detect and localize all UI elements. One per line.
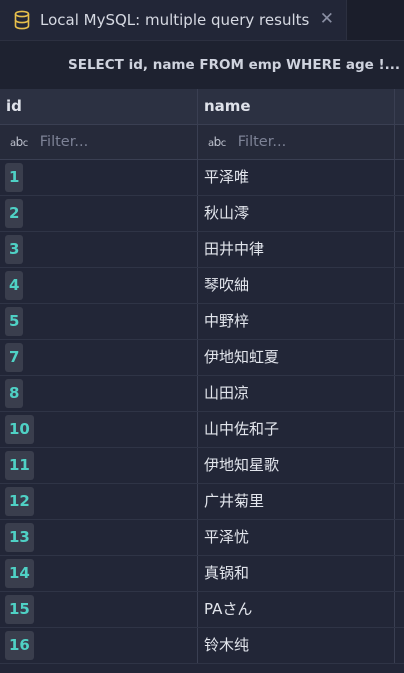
id-cell[interactable]: 16 — [5, 631, 34, 660]
id-cell[interactable]: 15 — [5, 595, 34, 624]
id-cell[interactable]: 4 — [5, 271, 24, 300]
table-row[interactable]: 2 秋山澪 — [0, 196, 404, 232]
name-cell[interactable]: 中野梓 — [204, 304, 249, 339]
name-cell[interactable]: 秋山澪 — [204, 196, 249, 231]
id-cell[interactable]: 10 — [5, 415, 34, 444]
table-row[interactable]: 13 平泽忧 — [0, 520, 404, 556]
table-row[interactable]: 1 平泽唯 — [0, 160, 404, 196]
query-tab[interactable]: SELECT id, name FROM emp WHERE age !... — [68, 57, 400, 73]
table-row[interactable]: 4 琴吹紬 — [0, 268, 404, 304]
id-cell[interactable]: 12 — [5, 487, 34, 516]
filter-row: abc abc — [0, 125, 404, 160]
name-filter-input[interactable] — [237, 134, 378, 150]
name-cell[interactable]: 田井中律 — [204, 232, 264, 267]
id-cell[interactable]: 7 — [5, 343, 24, 372]
name-cell[interactable]: 真锅和 — [204, 556, 249, 591]
table-row[interactable]: 14 真锅和 — [0, 556, 404, 592]
id-cell[interactable]: 5 — [5, 307, 24, 336]
name-cell[interactable]: 琴吹紬 — [204, 268, 249, 303]
column-header-id[interactable]: id — [0, 89, 198, 124]
table-row[interactable]: 16 铃木纯 — [0, 628, 404, 664]
name-cell[interactable]: 铃木纯 — [204, 628, 249, 663]
tab-bar: Local MySQL: multiple query results ✕ — [0, 0, 404, 41]
name-cell[interactable]: 平泽唯 — [204, 160, 249, 195]
name-cell[interactable]: 伊地知星歌 — [204, 448, 279, 483]
table-row[interactable]: 11 伊地知星歌 — [0, 448, 404, 484]
id-cell[interactable]: 2 — [5, 199, 24, 228]
table-row[interactable]: 15 PAさん — [0, 592, 404, 628]
name-cell[interactable]: PAさん — [204, 592, 252, 627]
table-row[interactable]: 12 广井菊里 — [0, 484, 404, 520]
column-header-row: id name — [0, 89, 404, 125]
name-cell[interactable]: 山中佐和子 — [204, 412, 279, 447]
close-icon[interactable]: ✕ — [320, 9, 334, 29]
table-row[interactable]: 7 伊地知虹夏 — [0, 340, 404, 376]
id-cell[interactable]: 8 — [5, 379, 24, 408]
query-bar: SELECT id, name FROM emp WHERE age !... — [0, 41, 404, 89]
table-row[interactable]: 10 山中佐和子 — [0, 412, 404, 448]
table-row[interactable]: 8 山田凉 — [0, 376, 404, 412]
id-cell[interactable]: 1 — [5, 163, 24, 192]
table-row[interactable]: 3 田井中律 — [0, 232, 404, 268]
tab-title: Local MySQL: multiple query results — [40, 11, 310, 29]
id-cell[interactable]: 11 — [5, 451, 34, 480]
name-cell[interactable]: 伊地知虹夏 — [204, 340, 279, 375]
name-cell[interactable]: 广井菊里 — [204, 484, 264, 519]
results-grid: id name abc abc 1 平泽唯 2 秋山澪 3 田井中律 4 琴吹紬 5 中野… — [0, 89, 404, 664]
column-header-name[interactable]: name — [198, 89, 395, 124]
table-row[interactable]: 5 中野梓 — [0, 304, 404, 340]
id-cell[interactable]: 3 — [5, 235, 24, 264]
text-type-icon: abc — [10, 135, 28, 149]
text-type-icon: abc — [208, 135, 226, 149]
name-cell[interactable]: 平泽忧 — [204, 520, 249, 555]
id-cell[interactable]: 14 — [5, 559, 34, 588]
id-filter-input[interactable] — [39, 134, 180, 150]
id-cell[interactable]: 13 — [5, 523, 34, 552]
name-cell[interactable]: 山田凉 — [204, 376, 249, 411]
tab-query-results[interactable]: Local MySQL: multiple query results ✕ — [0, 0, 347, 40]
database-icon — [14, 10, 30, 30]
